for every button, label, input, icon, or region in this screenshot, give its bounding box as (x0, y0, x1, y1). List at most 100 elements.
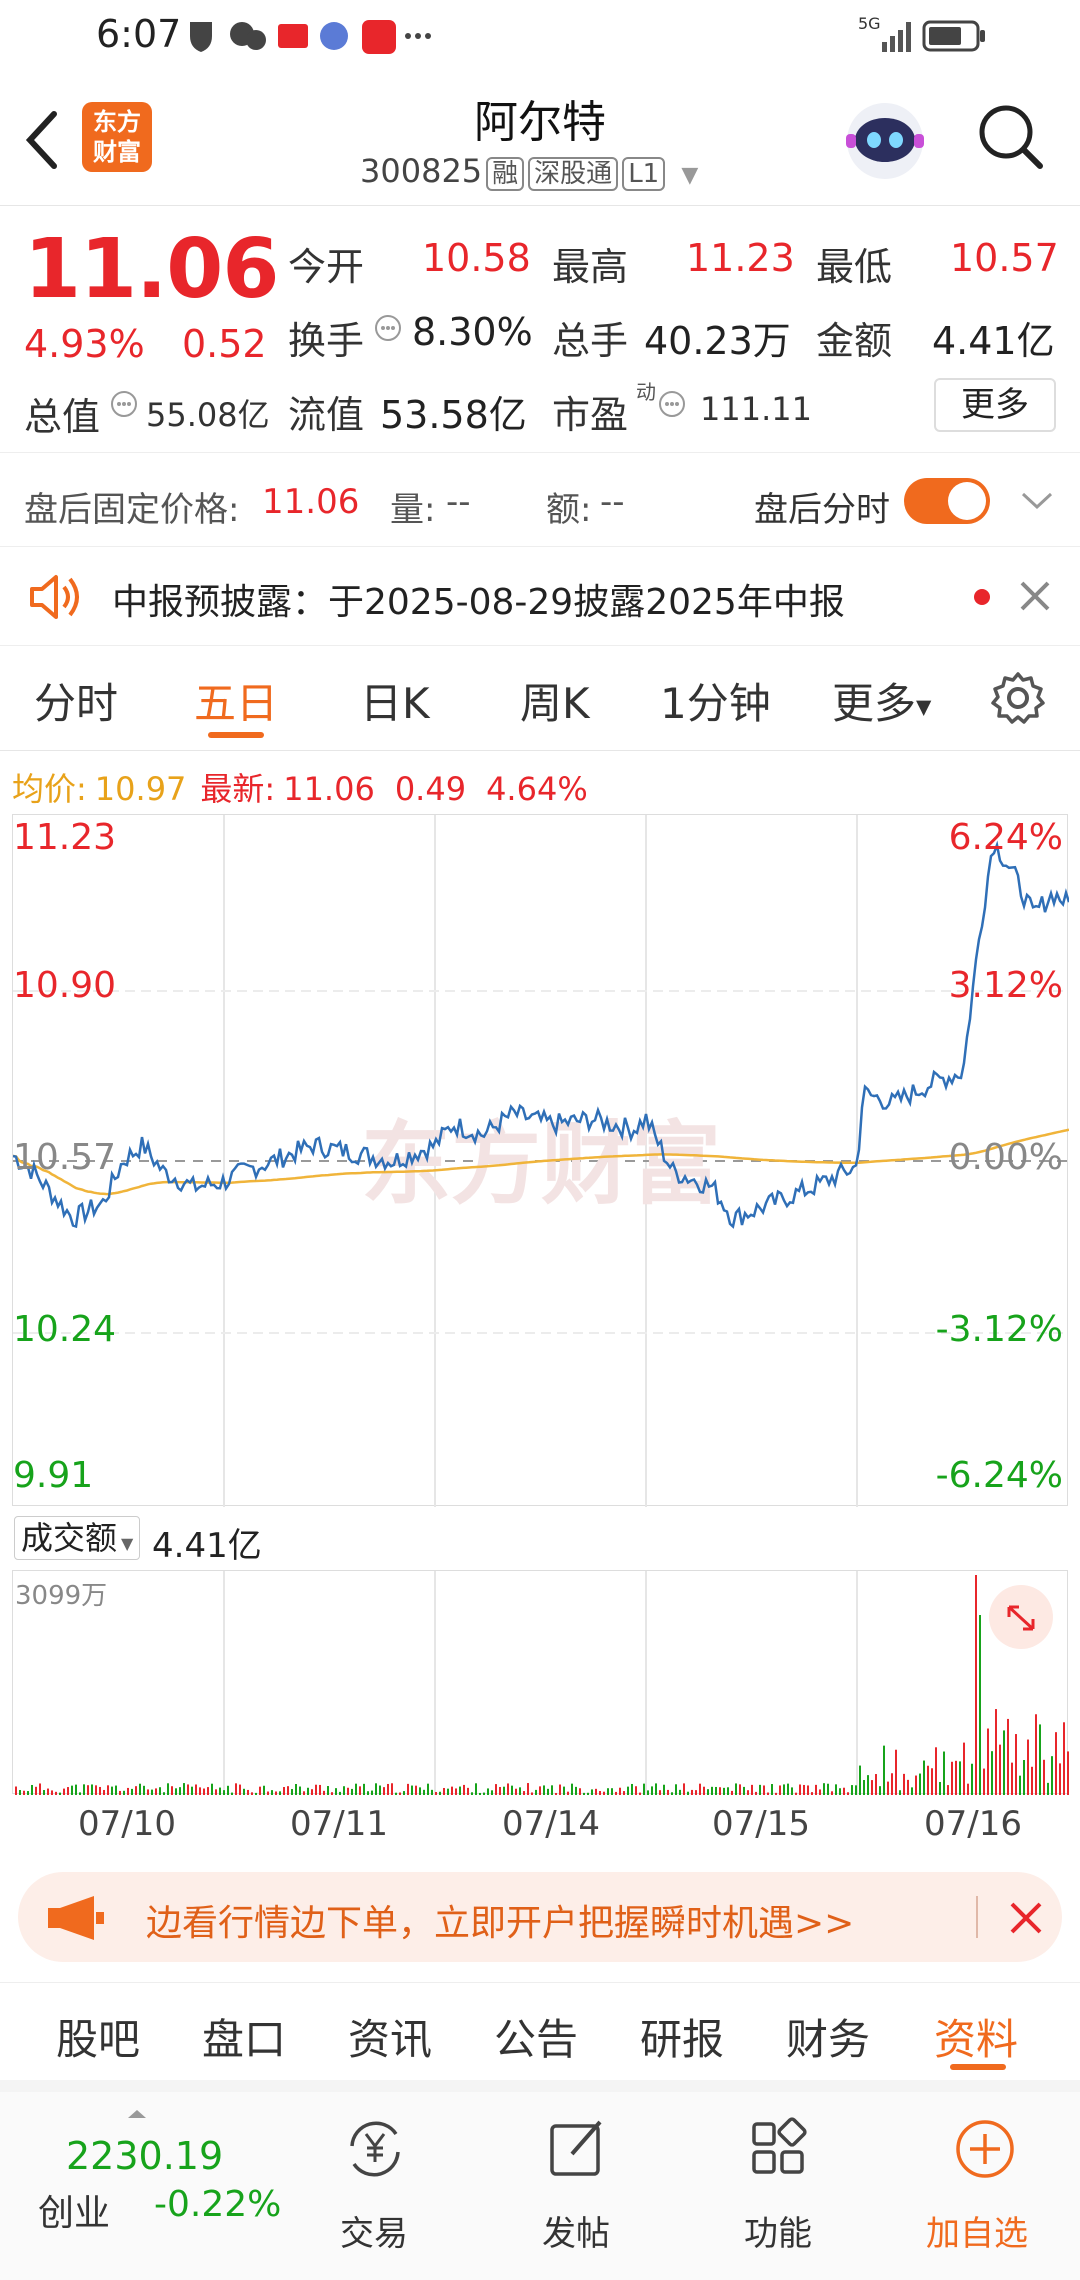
volume-bar (47, 1788, 49, 1795)
caret-up-icon[interactable] (126, 2108, 148, 2120)
nav-add-watchlist[interactable]: 加自选 (910, 2110, 1050, 2260)
after-hours-toggle[interactable] (904, 478, 990, 524)
volume-chart[interactable]: 3099万 (12, 1570, 1069, 1795)
tab-announcements[interactable]: 公告 (494, 2006, 578, 2067)
volume-bar (979, 1615, 981, 1795)
volume-bar (483, 1792, 485, 1795)
volume-bar (591, 1789, 593, 1795)
volume-bar (359, 1786, 361, 1795)
volume-bar (287, 1786, 289, 1795)
volume-bar (195, 1784, 197, 1795)
chevron-down-icon[interactable] (1020, 490, 1054, 512)
pe-value: 111.11 (700, 390, 812, 428)
info-icon[interactable] (374, 314, 402, 342)
tab-financials[interactable]: 财务 (786, 2006, 870, 2067)
volume-bar (583, 1792, 585, 1795)
volume-bar (475, 1783, 477, 1795)
dropdown-icon: ▼ (681, 163, 699, 188)
volume-bar (891, 1773, 893, 1795)
volume-bar (331, 1792, 333, 1795)
volume-bar (991, 1751, 993, 1795)
active-tab-indicator (208, 732, 264, 738)
close-icon[interactable] (1018, 579, 1052, 613)
volume-bar (495, 1784, 497, 1795)
robot-assistant-icon[interactable] (842, 98, 928, 184)
volume-bar (451, 1786, 453, 1795)
volume-bar (983, 1768, 985, 1795)
volume-bar (639, 1792, 641, 1795)
volume-bar (919, 1773, 921, 1795)
volume-bar (575, 1786, 577, 1795)
tab-forum[interactable]: 股吧 (56, 2006, 140, 2067)
volume-bar (783, 1784, 785, 1795)
volume-type-selector[interactable]: 成交额 ▼ (14, 1516, 141, 1560)
search-icon[interactable] (976, 102, 1046, 172)
tab-five-day[interactable]: 五日 (194, 670, 278, 731)
nav-trade[interactable]: 交易 (310, 2110, 440, 2260)
gear-icon[interactable] (990, 670, 1046, 726)
volume-bar (343, 1786, 345, 1795)
tab-profile[interactable]: 资料 (934, 2006, 1018, 2067)
volume-bar (555, 1792, 557, 1795)
tab-daily-k[interactable]: 日K (360, 670, 430, 731)
volume-bars (15, 1575, 1069, 1795)
volume-bar (715, 1786, 717, 1795)
volume-bar (679, 1789, 681, 1795)
date-label: 07/15 (712, 1804, 810, 1844)
volume-bar (711, 1786, 713, 1795)
axis-left-1: 11.23 (13, 817, 117, 858)
volume-bar (463, 1784, 465, 1795)
volume-bar (915, 1775, 917, 1795)
change-percent: 4.93% (24, 322, 145, 366)
volume-bar (163, 1792, 165, 1795)
amount-value: 4.41亿 (932, 319, 1055, 363)
index-name[interactable]: 创业 (38, 2184, 110, 2236)
volume-bar (15, 1786, 17, 1795)
stock-code-row[interactable]: 300825 融深股通 L1 ▼ (360, 152, 698, 191)
avg-label: 均价: (12, 770, 87, 808)
index-change[interactable]: -0.22% (154, 2184, 281, 2225)
status-bar: 6:07 5G (0, 0, 1080, 72)
nav-post[interactable]: 发帖 (512, 2110, 642, 2260)
volume-bar (479, 1792, 481, 1795)
volume-bar (251, 1792, 253, 1795)
volume-bar (367, 1791, 369, 1795)
axis-left-5: 9.91 (13, 1455, 94, 1496)
volume-bar (99, 1786, 101, 1795)
volume-bar (255, 1792, 257, 1795)
tab-order-book[interactable]: 盘口 (202, 2006, 286, 2067)
tab-intraday[interactable]: 分时 (34, 670, 118, 731)
notice-bar[interactable]: 中报预披露：于2025-08-29披露2025年中报 (0, 546, 1080, 646)
tab-more[interactable]: 更多▼ (832, 670, 931, 731)
volume-bar (543, 1785, 545, 1795)
volume-bar (803, 1784, 805, 1795)
volume-bar (559, 1784, 561, 1795)
tab-weekly-k[interactable]: 周K (520, 670, 590, 731)
amount-label: 金额 (816, 319, 893, 363)
tab-research[interactable]: 研报 (640, 2006, 724, 2067)
expand-button[interactable] (989, 1585, 1053, 1649)
close-icon[interactable] (1008, 1900, 1044, 1936)
index-value[interactable]: 2230.19 (66, 2134, 223, 2178)
nav-post-label: 发帖 (542, 2214, 610, 2254)
info-icon[interactable] (110, 390, 138, 418)
volume-bar (183, 1783, 185, 1795)
volume-bar (671, 1792, 673, 1795)
promo-banner[interactable]: 边看行情边下单，立即开户把握瞬时机遇>> (18, 1872, 1062, 1962)
volume-bar (859, 1765, 861, 1795)
volume-bar (947, 1785, 949, 1795)
volume-bar (875, 1774, 877, 1795)
price-chart[interactable]: 东方财富 11.23 10.90 10.57 10.24 9.91 6.24% … (12, 814, 1069, 1507)
volume-bar (399, 1792, 401, 1795)
info-icon[interactable] (658, 390, 686, 418)
tab-one-minute[interactable]: 1分钟 (660, 670, 771, 731)
low-value: 10.57 (950, 236, 1059, 280)
more-button[interactable]: 更多 (934, 378, 1056, 432)
volume-bar (215, 1789, 217, 1795)
nav-features[interactable]: 功能 (714, 2110, 844, 2260)
volume-bar (283, 1787, 285, 1795)
volume-bar (819, 1789, 821, 1795)
tab-news[interactable]: 资讯 (348, 2006, 432, 2067)
volume-bar (191, 1786, 193, 1795)
volume-bar (151, 1789, 153, 1795)
